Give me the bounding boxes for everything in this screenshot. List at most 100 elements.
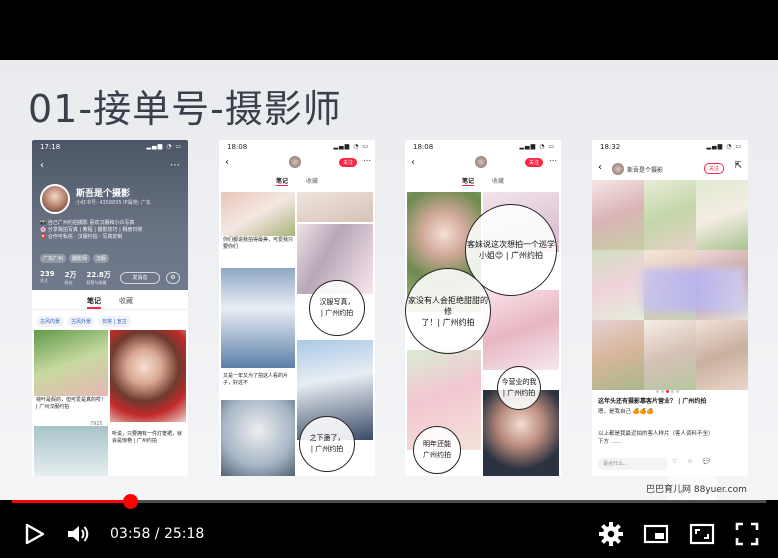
stat-likes: 22.8万 获赞与收藏 xyxy=(86,271,111,285)
avatar xyxy=(289,156,301,168)
avatar xyxy=(475,156,487,168)
phone-screenshot-post: 18:32 ▂▄▆ ◔ ▭ ‹ 斯吾是个摄影 关注 ⇱ 这年头还有摄影靠客片营业… xyxy=(592,140,748,476)
video-player[interactable]: 01-接单号-摄影师 17:18 ▂▄▆ ◔ ▭ ‹ ⋯ 斯吾是个摄影 小红书号… xyxy=(0,0,778,558)
stat-following: 239 关注 xyxy=(40,270,55,283)
tab-collections: 收藏 xyxy=(119,297,133,305)
theater-icon xyxy=(689,523,715,545)
tabs: 笔记 收藏 xyxy=(219,176,375,190)
signal-icon: ▂▄▆ ◔ ▭ xyxy=(519,143,555,150)
photo-tile xyxy=(297,192,373,222)
profile-tag: 摄影师 xyxy=(69,254,91,263)
comment-icon: 💬 xyxy=(702,458,711,465)
signal-icon: ▂▄▆ ◔ ▭ xyxy=(333,143,369,150)
more-icon: ⋯ xyxy=(363,156,371,165)
photo-tile xyxy=(483,290,559,370)
tab-notes: 笔记 xyxy=(87,296,101,309)
follow-button: 关注 xyxy=(704,163,725,174)
photo-tile xyxy=(644,320,696,390)
progress-scrubber-handle[interactable] xyxy=(122,494,138,509)
watermark-text: 巴巴育儿网 88yuer.com xyxy=(646,485,747,495)
avatar xyxy=(40,184,70,214)
signal-icon: ▂▄▆ ◔ ▭ xyxy=(146,143,182,150)
status-bar: 17:18 ▂▄▆ ◔ ▭ xyxy=(32,140,188,154)
post-actions: ♡ ☆ 💬 xyxy=(672,458,710,465)
magnifier-callout: 家没有人会拒绝甜甜的修 了！| 广州约拍 xyxy=(405,268,491,354)
volume-button[interactable] xyxy=(64,520,92,548)
miniplayer-button[interactable] xyxy=(642,520,670,548)
more-icon: ⋯ xyxy=(170,160,180,171)
theater-mode-button[interactable] xyxy=(688,520,716,548)
photo-tile xyxy=(592,180,644,250)
status-bar: 18:08 ▂▄▆ ◔ ▭ xyxy=(219,140,375,154)
settings-icon: ⚙ xyxy=(166,272,180,284)
tile-caption: 你们都说我拍得最美，可爱我只要你们 xyxy=(221,236,295,252)
profile-tag: 广东广州 xyxy=(40,254,67,263)
photo-tile xyxy=(34,330,108,396)
collect-icon: ☆ xyxy=(687,458,693,465)
settings-button[interactable] xyxy=(597,520,625,548)
photo-tile xyxy=(696,320,748,390)
magnifier-callout: 明年还能 广州约拍 xyxy=(413,426,461,474)
photo-tile xyxy=(644,180,696,250)
magnifier-callout: 之下蛊了， | 广州约拍 xyxy=(299,416,355,472)
follow-button: 关注 xyxy=(524,158,543,167)
back-icon: ‹ xyxy=(40,160,44,171)
tab-collections: 收藏 xyxy=(492,178,505,185)
blurred-region xyxy=(642,268,746,312)
tab-collections: 收藏 xyxy=(306,178,319,185)
photo-tile xyxy=(592,250,644,320)
tile-caption: 听说，只要拥有一件灯笼裙，就会是惊艳 | 广州约拍 xyxy=(110,430,186,454)
top-nav: ‹ 关注 ⋯ xyxy=(219,154,375,174)
tabs: 笔记 收藏 xyxy=(405,176,561,190)
chip: 古风内景 xyxy=(36,316,65,327)
status-bar: 18:32 ▂▄▆ ◔ ▭ xyxy=(592,140,748,154)
player-controls: 03:58 / 25:18 xyxy=(0,510,778,558)
photo-tile xyxy=(221,268,295,368)
post-body: 嗯，是我自己 🍊🍊🍊 xyxy=(598,409,654,415)
profile-header: 17:18 ▂▄▆ ◔ ▭ ‹ ⋯ 斯吾是个摄影 小红书号: 4358835 I… xyxy=(32,140,188,290)
photo-tile xyxy=(696,180,748,250)
time-display: 03:58 / 25:18 xyxy=(110,526,205,542)
fullscreen-button[interactable] xyxy=(733,520,761,548)
play-button[interactable] xyxy=(20,520,48,548)
back-icon: ‹ xyxy=(411,157,415,168)
phone-screenshot-feed-2: 18:08 ▂▄▆ ◔ ▭ ‹ 关注 ⋯ 笔记 收藏 客妹说这次想拍一个巡学 小… xyxy=(405,140,561,476)
miniplayer-icon xyxy=(643,524,669,544)
phone-screenshot-profile: 17:18 ▂▄▆ ◔ ▭ ‹ ⋯ 斯吾是个摄影 小红书号: 4358835 I… xyxy=(32,140,188,476)
chip: 古风外景 xyxy=(67,316,96,327)
post-author: 斯吾是个摄影 xyxy=(627,167,664,174)
volume-icon xyxy=(68,526,89,542)
magnifier-callout: 汉服写真， | 广州约拍 xyxy=(309,280,365,336)
profile-tag: 汉服 xyxy=(93,254,110,263)
progress-bar[interactable] xyxy=(12,494,766,509)
phone-screenshot-feed-1: 18:08 ▂▄▆ ◔ ▭ ‹ 关注 ⋯ 笔记 收藏 你们都说我拍得最美，可爱我… xyxy=(219,140,375,476)
profile-id: 小红书号: 4358835 IP属地: 广东 xyxy=(76,200,151,206)
profile-tabs: 笔记 收藏 xyxy=(32,292,188,310)
fullscreen-icon xyxy=(735,522,759,546)
back-icon: ‹ xyxy=(225,157,229,168)
top-nav: ‹ 关注 ⋯ xyxy=(405,154,561,174)
tile-caption: 荷叶是假的，但可爱是真的哎！ | 广州汉服约拍 xyxy=(34,396,108,420)
like-icon: ♡ xyxy=(672,458,678,465)
photo-tile xyxy=(221,192,295,236)
profile-username: 斯吾是个摄影 xyxy=(76,189,131,199)
profile-bio: 📸 自己广州约拍摄影 喜欢汉服和小众写真 🌸 分享我拍写真 | 教程 | 摄影技… xyxy=(40,220,143,240)
photo-tile xyxy=(34,426,108,476)
progress-played xyxy=(12,500,130,503)
message-button: 发消息 xyxy=(120,272,160,284)
status-bar: 18:08 ▂▄▆ ◔ ▭ xyxy=(405,140,561,154)
settings-icon xyxy=(599,522,623,546)
photo-tile xyxy=(592,320,644,390)
profile-stats: 239 关注 2万 粉丝 22.8万 获赞与收藏 xyxy=(40,270,111,286)
tile-caption: 又是一年又为了拍这人看的片子，好这不 xyxy=(221,372,295,388)
slide-title: 01-接单号-摄影师 xyxy=(28,87,342,131)
play-icon xyxy=(25,523,45,545)
back-icon: ‹ xyxy=(598,162,602,173)
carousel-dots xyxy=(656,390,679,393)
tab-notes: 笔记 xyxy=(461,178,474,186)
comment-input: 说点什么... xyxy=(598,458,668,470)
profile-tags: 广东广州 摄影师 汉服 xyxy=(40,254,110,263)
video-frame[interactable]: 01-接单号-摄影师 17:18 ▂▄▆ ◔ ▭ ‹ ⋯ 斯吾是个摄影 小红书号… xyxy=(0,60,778,500)
post-title: 这年头还有摄影靠客片营业？ | 广州约拍 xyxy=(598,398,707,405)
magnifier-callout: 今营业的我 | 广州约拍 xyxy=(497,366,541,410)
